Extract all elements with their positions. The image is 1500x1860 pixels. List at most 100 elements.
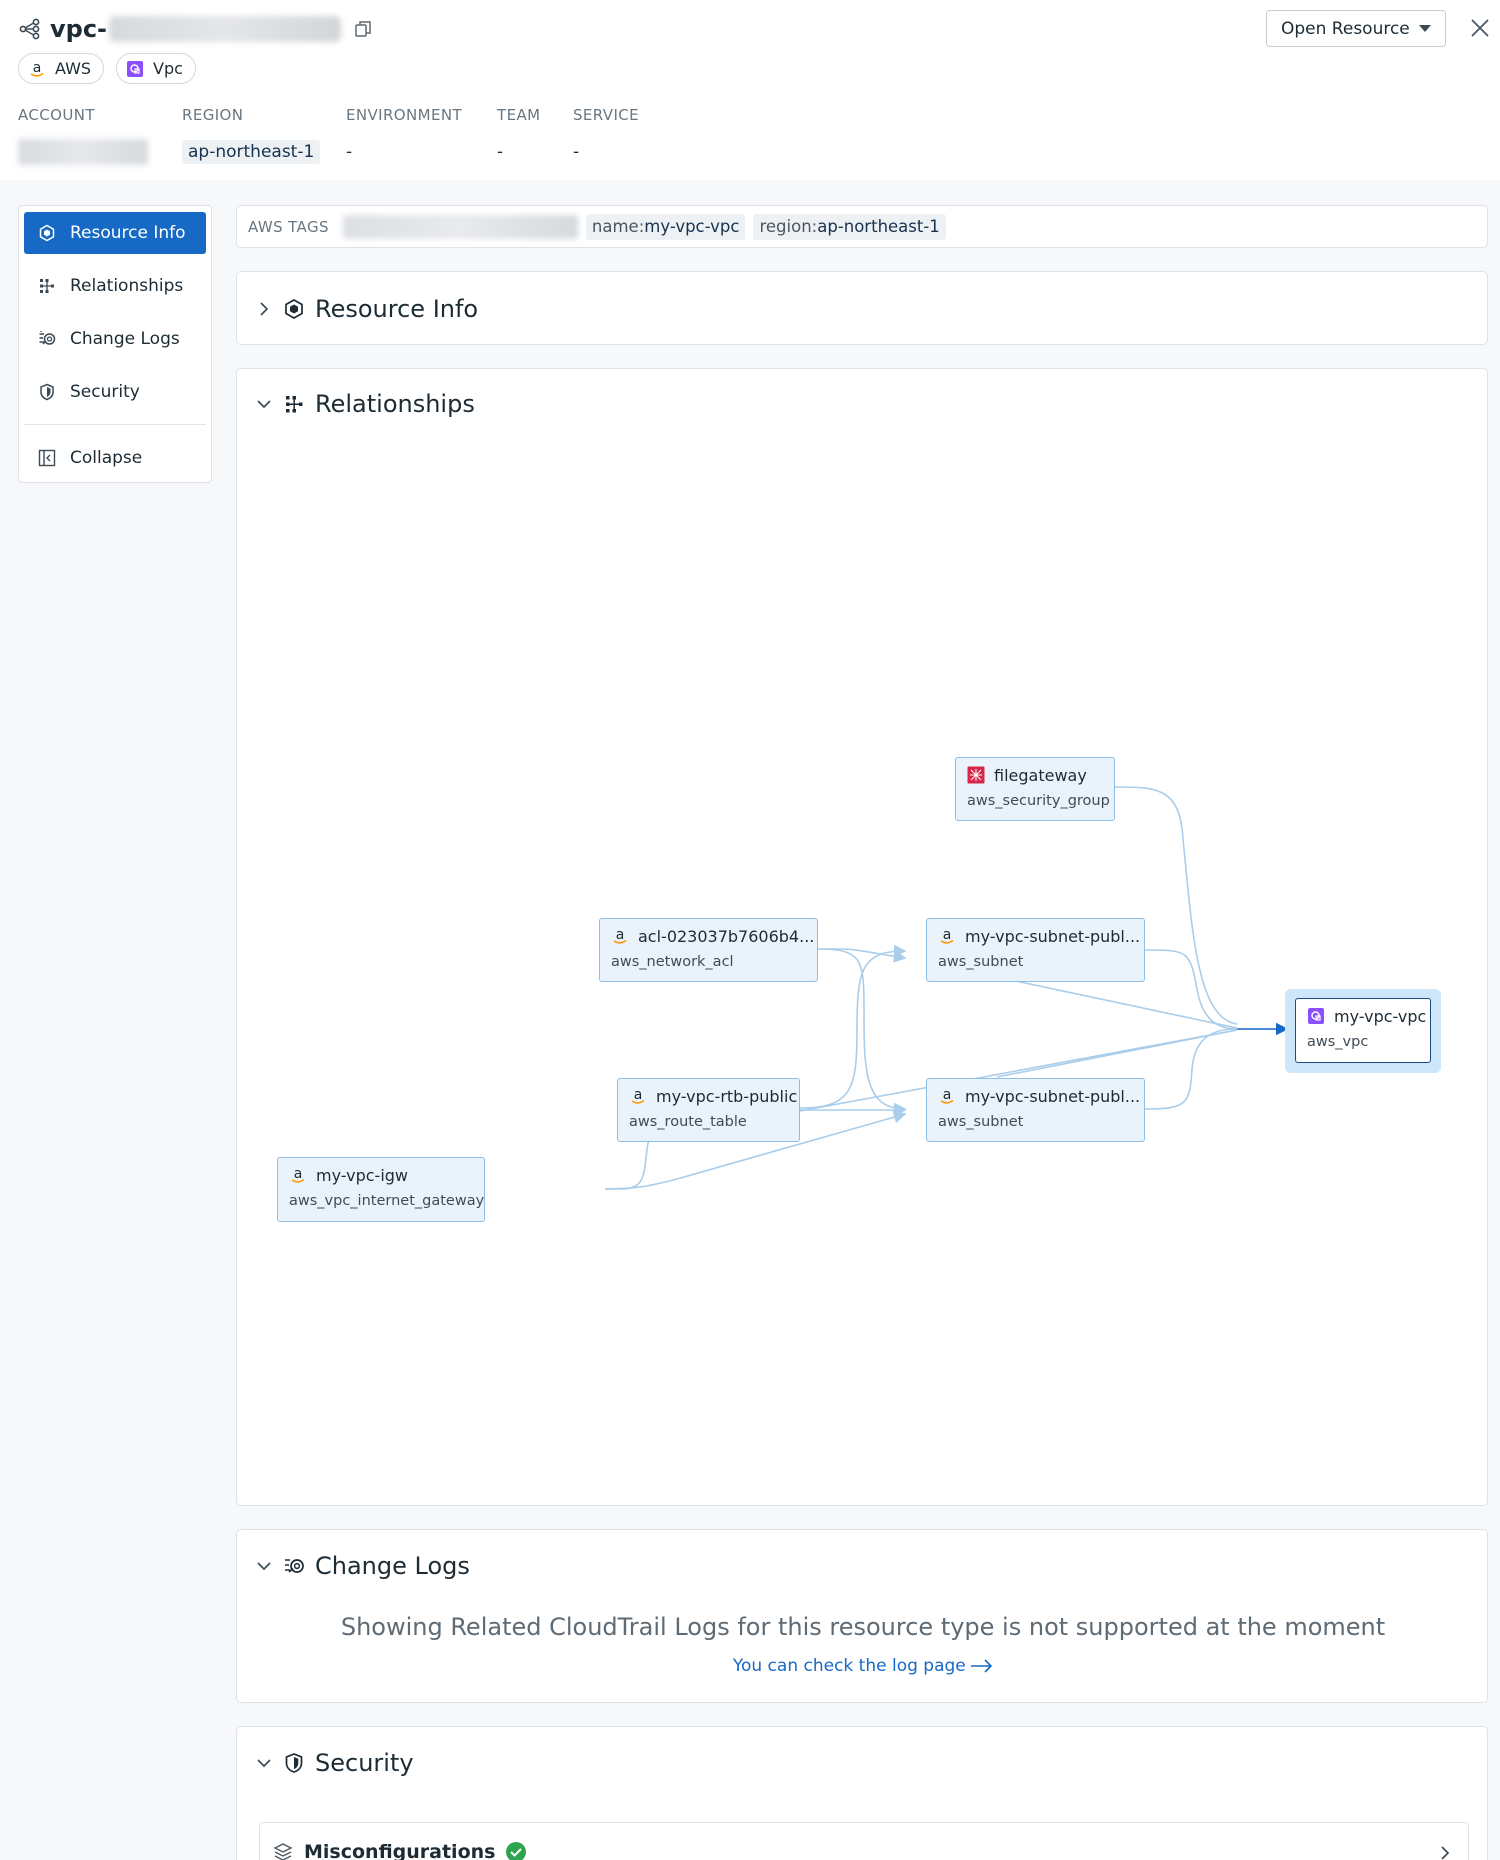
collapse-button[interactable]: Collapse <box>24 437 206 479</box>
node-title: a my-vpc-rtb-public <box>628 1086 797 1106</box>
tag-key: region: <box>759 217 818 236</box>
graph-node-subnet-1[interactable]: a my-vpc-subnet-publ... aws_subnet <box>926 918 1145 982</box>
redacted-account <box>18 139 148 165</box>
log-page-link-text: You can check the log page <box>732 1656 966 1676</box>
section-title: Resource Info <box>315 295 479 323</box>
hexagon-icon <box>39 224 55 242</box>
account-label: ACCOUNT <box>18 106 95 124</box>
node-name: my-vpc-igw <box>316 1165 408 1185</box>
aws-tags-bar: AWS TAGS name: my-vpc-vpc region: ap-north… <box>236 205 1488 248</box>
close-icon[interactable] <box>1468 16 1492 40</box>
log-page-link[interactable]: You can check the log page <box>237 1656 1489 1676</box>
node-title: filegateway <box>966 765 1087 785</box>
resource-chips: a AWS Vpc <box>18 53 196 84</box>
node-type: aws_route_table <box>629 1114 747 1130</box>
graph-node-subnet-2[interactable]: a my-vpc-subnet-publ... aws_subnet <box>926 1078 1145 1142</box>
redacted-resource-id <box>109 16 342 42</box>
region-label: REGION <box>182 106 244 124</box>
resource-info-panel: Resource Info <box>236 271 1488 345</box>
svg-text:a: a <box>33 60 42 76</box>
security-header[interactable]: Security <box>255 1743 414 1783</box>
arrow-right-icon <box>971 1659 993 1673</box>
collapse-label: Collapse <box>70 448 143 468</box>
shield-icon <box>40 383 54 401</box>
node-title: a my-vpc-igw <box>288 1165 408 1185</box>
tag-value: my-vpc-vpc <box>644 217 740 236</box>
graph-node-network-acl[interactable]: a acl-023037b7606b4... aws_network_acl <box>599 918 818 982</box>
region-value: ap-northeast-1 <box>182 138 346 166</box>
vpc-icon <box>125 59 145 79</box>
team-label: TEAM <box>497 106 541 124</box>
copy-icon[interactable] <box>353 19 373 39</box>
environment-value: - <box>346 142 353 162</box>
node-type: aws_vpc <box>1307 1034 1369 1050</box>
svg-text:a: a <box>943 927 952 943</box>
open-resource-label: Open Resource <box>1281 18 1410 39</box>
graph-node-security-group[interactable]: filegateway aws_security_group <box>955 757 1115 821</box>
edge-acl-subnet2 <box>817 948 907 1116</box>
service-value: - <box>573 142 580 162</box>
redacted-tag <box>342 214 578 239</box>
aws-icon: a <box>610 926 630 946</box>
aws-icon: a <box>937 1086 957 1106</box>
node-type: aws_subnet <box>938 954 1024 970</box>
tag-key: name: <box>591 217 645 236</box>
node-type: aws_security_group <box>967 793 1110 809</box>
hexagon-icon <box>285 299 303 319</box>
tag-region[interactable]: region: ap-northeast-1 <box>753 213 946 240</box>
page-title: vpc- <box>50 15 108 43</box>
nav-item-relationships[interactable]: Relationships <box>24 265 206 307</box>
edge-subnet2-vpc <box>1144 1028 1238 1110</box>
aws-icon: a <box>628 1086 648 1106</box>
meta-team: TEAM - <box>497 106 573 166</box>
node-name: my-vpc-rtb-public <box>656 1086 798 1106</box>
resource-meta: ACCOUNT REGION ap-northeast-1 ENVIRONMEN… <box>18 106 663 166</box>
meta-account: ACCOUNT <box>18 106 182 166</box>
tag-value: ap-northeast-1 <box>817 217 940 236</box>
chevron-right-icon <box>260 302 269 316</box>
aws-icon: a <box>27 59 47 79</box>
section-title: Security <box>315 1749 414 1777</box>
change-logs-header[interactable]: Change Logs <box>255 1546 470 1586</box>
relationship-graph <box>604 786 1289 1190</box>
meta-environment: ENVIRONMENT - <box>346 106 497 166</box>
nav-divider <box>24 424 206 425</box>
nav-item-change-logs[interactable]: Change Logs <box>24 318 206 360</box>
region-pill: ap-northeast-1 <box>182 140 321 164</box>
vpc-icon <box>1306 1006 1326 1026</box>
graph-node-internet-gateway[interactable]: a my-vpc-igw aws_vpc_internet_gateway <box>277 1157 485 1222</box>
node-title: my-vpc-vpc <box>1306 1006 1426 1026</box>
security-group-icon <box>966 765 986 785</box>
provider-chip: a AWS <box>18 53 105 84</box>
node-title: a acl-023037b7606b4... <box>610 926 814 946</box>
chevron-down-icon <box>257 1562 271 1571</box>
graph-node-route-table[interactable]: a my-vpc-rtb-public aws_route_table <box>617 1078 800 1142</box>
type-chip: Vpc <box>116 53 196 84</box>
node-type: aws_network_acl <box>611 954 734 970</box>
chevron-right-icon <box>1441 1846 1450 1860</box>
misconfigurations-label: Misconfigurations <box>304 1841 496 1860</box>
misconfigurations-row[interactable]: Misconfigurations <box>259 1822 1469 1860</box>
node-title: a my-vpc-subnet-publ... <box>937 926 1140 946</box>
node-type: aws_vpc_internet_gateway <box>289 1193 485 1209</box>
meta-region: REGION ap-northeast-1 <box>182 106 346 166</box>
node-name: my-vpc-subnet-publ... <box>965 1086 1141 1106</box>
change-logs-message: Showing Related CloudTrail Logs for this… <box>340 1613 1386 1641</box>
security-panel: Security Misconfigurations <box>236 1726 1488 1860</box>
nav-item-security[interactable]: Security <box>24 371 206 413</box>
change-logs-icon <box>285 1559 304 1573</box>
open-resource-button[interactable]: Open Resource <box>1266 10 1446 47</box>
tag-name[interactable]: name: my-vpc-vpc <box>585 213 746 240</box>
environment-label: ENVIRONMENT <box>346 106 463 124</box>
node-name: acl-023037b7606b4... <box>638 926 815 946</box>
node-type: aws_subnet <box>938 1114 1024 1130</box>
aws-icon: a <box>288 1165 308 1185</box>
team-value: - <box>497 142 504 162</box>
svg-text:a: a <box>294 1166 303 1182</box>
resource-info-header[interactable]: Resource Info <box>255 289 478 329</box>
svg-text:a: a <box>616 927 625 943</box>
relationships-icon <box>40 279 54 293</box>
nav-item-resource-info[interactable]: Resource Info <box>24 212 206 254</box>
section-nav: Resource Info Relationships Change Logs … <box>18 205 212 483</box>
graph-node-vpc[interactable]: my-vpc-vpc aws_vpc <box>1295 998 1431 1063</box>
